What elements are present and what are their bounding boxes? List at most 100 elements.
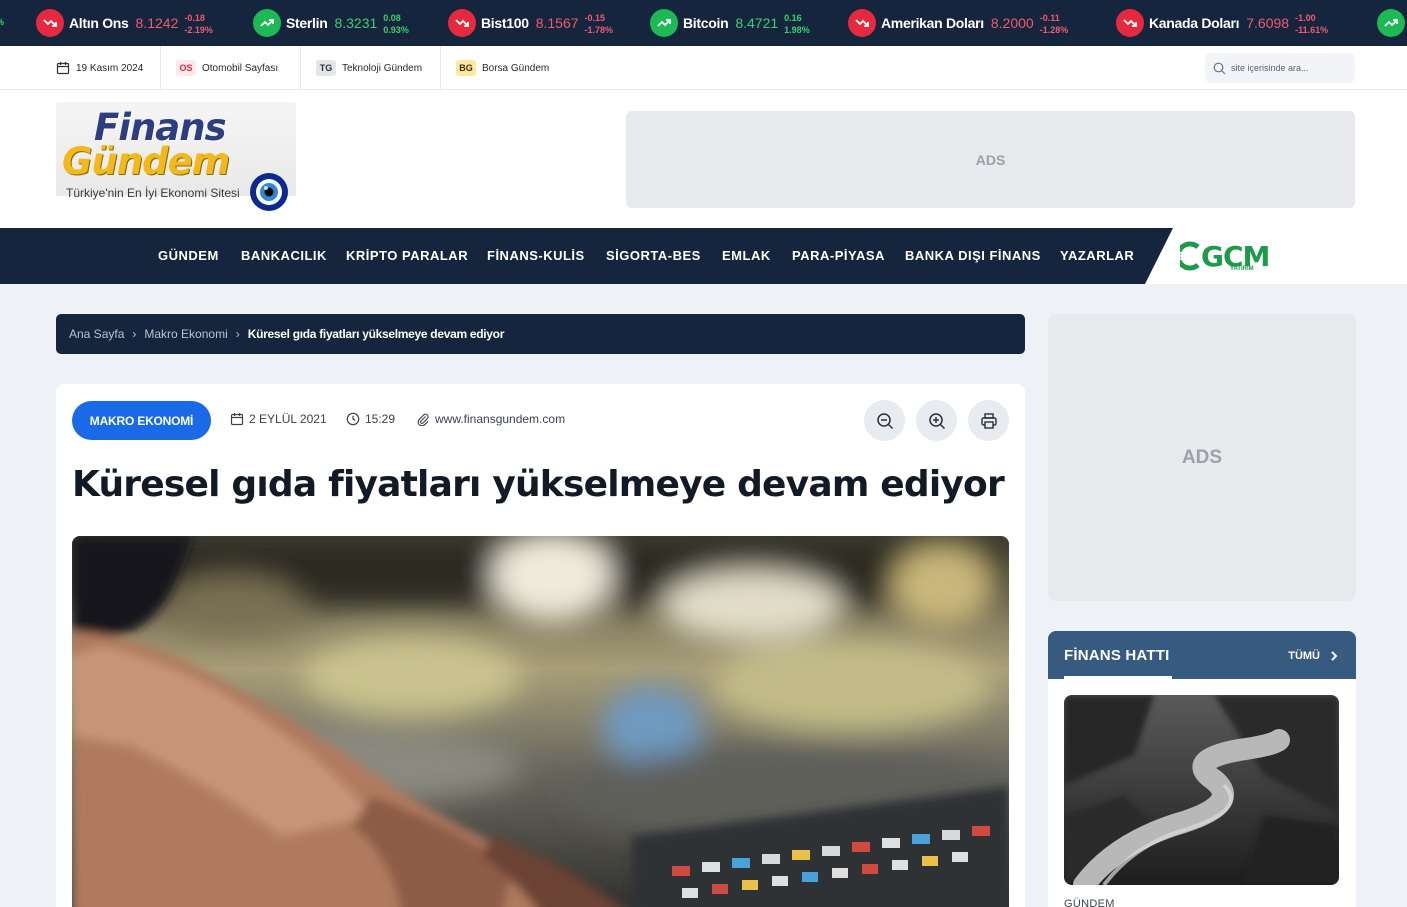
nav-item-sigorta-bes[interactable]: SİGORTA-BES <box>606 228 701 284</box>
ticker-change: -0.15 -1.78% <box>585 12 614 36</box>
ticker-name: Amerikan Doları <box>881 15 984 31</box>
ticker-change-amount: -1.00 <box>1295 13 1316 23</box>
nav-item-para-piyasa[interactable]: PARA-PİYASA <box>792 228 885 284</box>
paperclip-icon <box>417 413 429 426</box>
finans-hatti-title: FİNANS HATTI <box>1064 647 1170 664</box>
nav-item-banka-disi-finans[interactable]: BANKA DIŞI FİNANS <box>905 228 1041 284</box>
ticker-change-percent: -11.61% <box>1295 25 1329 35</box>
market-ticker: % Altın Ons 8.1242 -0.18 -2.19% Sterlin 8… <box>0 0 1407 46</box>
site-logo[interactable]: Finans Gündem Türkiye'nin En İyi Ekonomi… <box>56 102 296 214</box>
search-icon[interactable] <box>1213 62 1226 75</box>
nav-item-bankacilik[interactable]: BANKACILIK <box>241 228 327 284</box>
os-badge: OS <box>176 60 196 76</box>
ticker-item[interactable]: Kanada Doları 7.6098 -1.00 -11.61% <box>1116 8 1328 38</box>
source-text: www.finansgundem.com <box>435 412 566 426</box>
nav-item-kripto-paralar[interactable]: KRİPTO PARALAR <box>346 228 468 284</box>
bg-badge: BG <box>456 60 476 76</box>
printer-icon <box>980 412 997 429</box>
breadcrumb-home[interactable]: Ana Sayfa <box>69 327 124 341</box>
divider <box>440 46 441 90</box>
search-input[interactable] <box>1231 63 1346 73</box>
ticker-item[interactable]: Bist100 8.1567 -0.15 -1.78% <box>448 8 613 38</box>
ticker-name: Bitcoin <box>683 15 729 31</box>
ticker-change-amount: -0.15 <box>584 13 606 23</box>
gcm-partner-logo[interactable]: GCM YATIRIM <box>1180 238 1270 274</box>
tg-badge: TG <box>316 60 336 76</box>
ticker-name: Kanada Doları <box>1149 15 1240 31</box>
see-all-label: TÜMÜ <box>1288 650 1320 662</box>
search-box[interactable] <box>1205 53 1355 83</box>
ticker-value: 8.1567 <box>535 15 579 31</box>
finans-hatti-list: GÜNDEM <box>1048 679 1356 907</box>
ad-banner-top[interactable]: ADS <box>626 111 1355 208</box>
current-date: 19 Kasım 2024 <box>56 46 143 90</box>
trend-down-icon <box>36 9 64 37</box>
ticker-item-partial[interactable] <box>1377 8 1407 38</box>
trend-down-icon <box>448 9 476 37</box>
ticker-change-percent: 0.93% <box>383 25 409 35</box>
print-button[interactable] <box>968 400 1009 441</box>
article-date: 2 EYLÜL 2021 <box>230 412 327 426</box>
otomobil-sayfasi-link[interactable]: OS Otomobil Sayfası <box>176 46 278 90</box>
site-header: Finans Gündem Türkiye'nin En İyi Ekonomi… <box>0 90 1407 228</box>
finans-hatti-header: FİNANS HATTI TÜMÜ <box>1048 631 1356 679</box>
article-hero-image <box>72 536 1009 907</box>
borsa-gundem-link[interactable]: BG Borsa Gündem <box>456 46 549 90</box>
breadcrumb-current: Küresel gıda fiyatları yükselmeye devam … <box>247 327 505 341</box>
ticker-change: 0.08 0.93% <box>383 12 409 36</box>
article-source: www.finansgundem.com <box>416 412 565 426</box>
ticker-item[interactable]: Bitcoin 8.4721 0.16 1.98% <box>650 8 810 38</box>
zoom-out-button[interactable] <box>864 400 905 441</box>
chevron-right-icon <box>1331 651 1338 661</box>
gcm-logo-mark-icon <box>1180 241 1200 271</box>
see-all-link[interactable]: TÜMÜ <box>1288 631 1340 681</box>
nav-item-finans-kulis[interactable]: FİNANS-KULİS <box>487 228 585 284</box>
article-title: Küresel gıda fiyatları yükselmeye devam … <box>72 464 1005 505</box>
zoom-in-button[interactable] <box>916 400 957 441</box>
ticker-change-percent: -2.19% <box>184 25 213 35</box>
ticker-change: -0.18 -2.19% <box>184 12 213 36</box>
ticker-value: 7.6098 <box>1246 15 1290 31</box>
ticker-item[interactable]: Sterlin 8.3231 0.08 0.93% <box>253 8 409 38</box>
ticker-change: -1.00 -11.61% <box>1295 12 1328 36</box>
ticker-name: Bist100 <box>481 15 529 31</box>
main-nav: GÜNDEM BANKACILIK KRİPTO PARALAR FİNANS-… <box>0 228 1407 284</box>
nav-item-gundem[interactable]: GÜNDEM <box>158 228 219 284</box>
ticker-value: 8.3231 <box>334 15 378 31</box>
date-text: 19 Kasım 2024 <box>76 62 144 74</box>
logo-tagline: Türkiye'nin En İyi Ekonomi Sitesi <box>66 186 240 200</box>
ticker-change-percent: 1.98% <box>784 25 810 35</box>
zoom-out-icon <box>876 412 893 429</box>
news-thumbnail[interactable] <box>1064 695 1339 885</box>
breadcrumb: Ana Sayfa › Makro Ekonomi › Küresel gıda… <box>56 314 1025 354</box>
ad-banner-sidebar[interactable]: ADS <box>1048 314 1356 601</box>
ticker-change-amount: -0.18 <box>184 13 205 23</box>
trend-up-icon <box>253 9 281 37</box>
evil-eye-icon <box>250 173 288 211</box>
teknoloji-gundem-link[interactable]: TG Teknoloji Gündem <box>316 46 422 90</box>
article-time: 15:29 <box>346 412 395 426</box>
trend-down-icon <box>1116 9 1144 37</box>
link-label: Otomobil Sayfası <box>202 62 279 74</box>
nav-item-yazarlar[interactable]: YAZARLAR <box>1060 228 1134 284</box>
trend-up-icon <box>650 9 678 37</box>
nav-item-emlak[interactable]: EMLAK <box>722 228 771 284</box>
ticker-change-percent: -1.78% <box>584 25 614 35</box>
ticker-change-amount: 0.16 <box>784 13 802 23</box>
ticker-item[interactable]: Amerikan Doları 8.2000 -0.11 -1.28% <box>848 8 1068 38</box>
top-bar: 19 Kasım 2024 OS Otomobil Sayfası TG Tek… <box>0 46 1407 90</box>
chevron-right-icon: › <box>132 327 137 341</box>
category-button[interactable]: MAKRO EKONOMİ <box>72 401 211 440</box>
ticker-change-amount: 0.08 <box>383 13 401 23</box>
logo-word-gundem: Gündem <box>62 140 230 183</box>
ticker-item[interactable]: Altın Ons 8.1242 -0.18 -2.19% <box>36 8 213 38</box>
date-text: 2 EYLÜL 2021 <box>249 412 327 426</box>
calendar-icon <box>56 62 70 75</box>
divider <box>160 46 161 90</box>
divider <box>300 46 301 90</box>
time-text: 15:29 <box>365 412 396 426</box>
link-label: Teknoloji Gündem <box>342 62 423 74</box>
breadcrumb-category[interactable]: Makro Ekonomi <box>144 327 227 341</box>
ticker-change-percent: -1.28% <box>1039 25 1069 35</box>
ticker-value: 8.1242 <box>135 15 179 31</box>
